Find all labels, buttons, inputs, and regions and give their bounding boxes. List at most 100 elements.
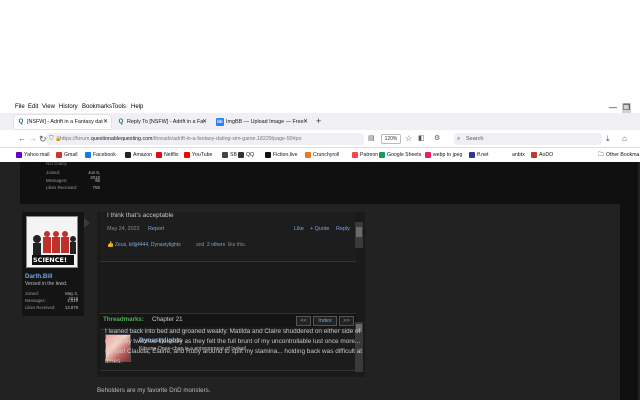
bookmark-item[interactable]: Gmail [56, 150, 78, 160]
menu-edit[interactable]: Edit [28, 104, 38, 110]
tab-reply[interactable]: Q Reply To [NSFW] - Adrift in a Fa ✕ [114, 115, 210, 129]
bookmark-item[interactable]: webp to jpeg [425, 150, 462, 160]
bookmark-favicon-icon [125, 152, 131, 158]
bookmark-item[interactable]: Google Sheets [379, 150, 421, 160]
url-host: questionablequesting.com [90, 136, 153, 142]
bookmark-label: Google Sheets [387, 152, 422, 158]
downloads-icon[interactable]: ⤓ [606, 133, 610, 145]
reader-view-icon[interactable]: ▤ [368, 133, 375, 145]
bookmark-item[interactable]: Fiction.live [265, 150, 298, 160]
likes-others-link[interactable]: 2 others [207, 242, 225, 248]
menu-history[interactable]: History [59, 104, 78, 110]
username-link[interactable]: Darth.Bill [25, 273, 53, 280]
threadmarks-label: Threadmarks: [103, 316, 144, 323]
previous-post-footer: Not Gabby Joined: Jun 5, 2019 Messages: … [20, 161, 638, 204]
new-tab-button[interactable]: + [316, 113, 321, 130]
back-arrow-icon[interactable]: ← [18, 133, 26, 145]
lock-icon[interactable]: 🔒 [55, 133, 61, 145]
user-title: Versed in the lewd. [25, 281, 68, 287]
threadmark-index-button[interactable]: Index [313, 316, 337, 326]
bookmark-item[interactable]: Yahoo mail [16, 150, 50, 160]
stat-label: Likes Received: [46, 185, 77, 190]
forward-arrow-icon[interactable]: → [29, 133, 37, 145]
thumbs-up-icon: 👍 [107, 242, 114, 248]
likers-list[interactable]: Zeus, killjj4444, Dynastylights [115, 242, 181, 248]
threadmark-next-button[interactable]: >> [339, 316, 354, 326]
bookmark-favicon-icon [531, 152, 537, 158]
bookmark-item[interactable]: Patreon [352, 150, 378, 160]
bookmark-item[interactable]: Netflix [156, 150, 178, 160]
bookmark-label: webp to jpeg [433, 152, 463, 158]
bookmark-item[interactable]: ff.net [469, 150, 488, 160]
bookmark-favicon-icon [56, 152, 62, 158]
post-arrow [84, 218, 90, 228]
other-bookmarks[interactable]: 🗀 Other Bookma [598, 150, 639, 160]
bookmark-favicon-icon [85, 152, 91, 158]
stat-label: Joined: [46, 170, 61, 175]
bookmark-item[interactable]: anbtx [504, 150, 525, 160]
stat-label: Joined: [25, 291, 39, 296]
zoom-level[interactable]: 120% [381, 134, 401, 144]
signature: Beholders are my favorite DnD monsters. [97, 387, 211, 394]
bookmark-label: Gmail [64, 152, 78, 158]
like-link[interactable]: Like [294, 226, 304, 232]
bookmark-item[interactable]: Facebook [85, 150, 116, 160]
menu-bookmarks[interactable]: Bookmarks [82, 104, 112, 110]
user-title-partial: Not Gabby [46, 161, 67, 166]
desktop-blank-area [0, 0, 640, 103]
stat-value: 13,879 [64, 305, 78, 310]
search-input[interactable]: ⌕ Search [454, 133, 602, 145]
bookmark-favicon-icon [238, 152, 244, 158]
tab-imgbb[interactable]: bb ImgBB — Upload Image — Free ✕ [213, 115, 311, 129]
bookmark-label: Fiction.live [273, 152, 298, 158]
menu-file[interactable]: File [15, 104, 25, 110]
qq-favicon-icon: Q [118, 119, 124, 125]
search-icon: ⌕ [457, 136, 461, 142]
avatar[interactable]: SCIENCE! [26, 216, 78, 268]
bookmark-item[interactable]: Amazon [125, 150, 152, 160]
bookmark-label: Netflix [164, 152, 179, 158]
bookmark-favicon-icon [222, 152, 228, 158]
bookmark-item[interactable]: Crunchyroll [305, 150, 339, 160]
bookmark-favicon-icon [305, 152, 311, 158]
home-icon[interactable]: ⌂ [622, 133, 627, 145]
bookmark-label: Amazon [133, 152, 153, 158]
search-placeholder: Search [466, 136, 484, 142]
threadmarks-bar: Threadmarks: Chapter 21 << Index >> [100, 313, 356, 327]
stat-value: 765 [92, 185, 100, 190]
bookmark-label: Patreon [360, 152, 379, 158]
bookmark-label: QQ [246, 152, 255, 158]
quote-link[interactable]: + Quote [310, 226, 329, 232]
stat-label: Messages: [25, 298, 46, 303]
reply-link[interactable]: Reply [336, 226, 350, 232]
url-bar[interactable]: ⛉ 🔒 https://forum.questionablequesting.c… [46, 133, 364, 145]
bookmark-item[interactable]: SB [222, 150, 237, 160]
report-link[interactable]: Report [148, 226, 164, 232]
close-icon[interactable]: ✕ [103, 115, 108, 129]
bookmark-item[interactable]: AoDO [531, 150, 553, 160]
folder-icon: 🗀 [598, 152, 605, 158]
shield-icon[interactable]: ⛉ [49, 133, 54, 145]
pocket-icon[interactable]: ◧ [418, 133, 425, 145]
bookmark-label: anbtx [512, 152, 525, 158]
qq-favicon-icon: Q [18, 119, 24, 125]
bookmark-favicon-icon [265, 152, 271, 158]
quote-scrollbar[interactable] [355, 222, 363, 248]
tab-adrift-thread[interactable]: Q [NSFW] - Adrift in a Fantasy dat ✕ [14, 115, 111, 129]
menu-view[interactable]: View [42, 104, 55, 110]
close-icon[interactable]: ✕ [303, 115, 308, 129]
bookmark-item[interactable]: QQ [238, 150, 254, 160]
close-icon[interactable]: ✕ [202, 115, 207, 129]
extension-icon[interactable]: ⚙ [434, 133, 440, 145]
other-bookmarks-label: Other Bookma [606, 152, 640, 158]
bookmark-favicon-icon [379, 152, 385, 158]
post-date[interactable]: May 24, 2022 [107, 226, 140, 232]
menu-help[interactable]: Help [131, 104, 143, 110]
maximize-button[interactable]: ❐ [622, 103, 631, 113]
bookmark-star-icon[interactable]: ☆ [405, 133, 412, 145]
bookmark-item[interactable]: YouTube [184, 150, 212, 160]
threadmark-prev-button[interactable]: << [296, 316, 311, 326]
menu-tools[interactable]: Tools [112, 104, 126, 110]
bookmark-label: YouTube [192, 152, 213, 158]
minimize-button[interactable]: — [609, 103, 617, 113]
